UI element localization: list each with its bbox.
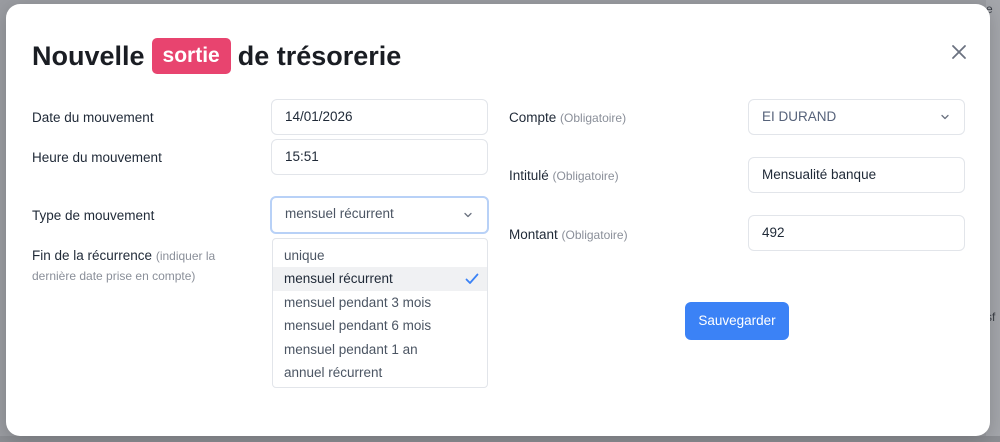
title-suffix: de trésorerie (237, 40, 402, 71)
amount-field[interactable]: 492 (748, 215, 965, 251)
amount-label: Montant (Obligatoire) (509, 227, 628, 242)
required-hint: (Obligatoire) (560, 111, 627, 125)
required-hint: (Obligatoire) (552, 169, 619, 183)
movement-type-label: Type de mouvement (32, 208, 155, 223)
movement-type-select[interactable]: mensuel récurrent (270, 196, 489, 234)
option-yearly-recurring[interactable]: annuel récurrent (273, 361, 487, 384)
required-hint: (Obligatoire) (561, 228, 628, 242)
recurrence-end-label: Fin de la récurrence (indiquer la derniè… (32, 246, 232, 286)
title-label: Intitulé (Obligatoire) (509, 168, 619, 183)
option-monthly-6-months[interactable]: mensuel pendant 6 mois (273, 314, 487, 337)
modal-title: Nouvelle sortie de trésorerie (32, 36, 401, 76)
date-field[interactable]: 14/01/2026 (271, 99, 488, 135)
time-label: Heure du mouvement (32, 150, 162, 165)
option-monthly-recurring[interactable]: mensuel récurrent (273, 267, 487, 291)
title-prefix: Nouvelle (32, 40, 145, 71)
save-button[interactable]: Sauvegarder (685, 302, 789, 340)
option-monthly-1-year[interactable]: mensuel pendant 1 an (273, 338, 487, 361)
chevron-down-icon (941, 114, 949, 120)
close-icon (952, 45, 966, 59)
background-strip (0, 436, 1000, 442)
recurrence-end-label-text: Fin de la récurrence (32, 248, 153, 263)
movement-type-dropdown: unique mensuel récurrent mensuel pendant… (272, 238, 488, 388)
account-select[interactable]: EI DURAND (748, 99, 965, 135)
time-field[interactable]: 15:51 (271, 139, 488, 175)
outflow-badge: sortie (151, 38, 231, 74)
new-cash-outflow-modal: Nouvelle sortie de trésorerie Date du mo… (6, 4, 990, 436)
movement-type-value: mensuel récurrent (285, 206, 394, 221)
account-label: Compte (Obligatoire) (509, 110, 627, 125)
account-value: EI DURAND (762, 109, 837, 124)
title-field[interactable]: Mensualité banque (748, 157, 965, 193)
option-unique[interactable]: unique (273, 244, 487, 267)
option-monthly-3-months[interactable]: mensuel pendant 3 mois (273, 291, 487, 314)
close-button[interactable] (949, 42, 969, 62)
date-label: Date du mouvement (32, 110, 154, 125)
check-icon (465, 273, 479, 284)
chevron-down-icon (464, 212, 472, 218)
